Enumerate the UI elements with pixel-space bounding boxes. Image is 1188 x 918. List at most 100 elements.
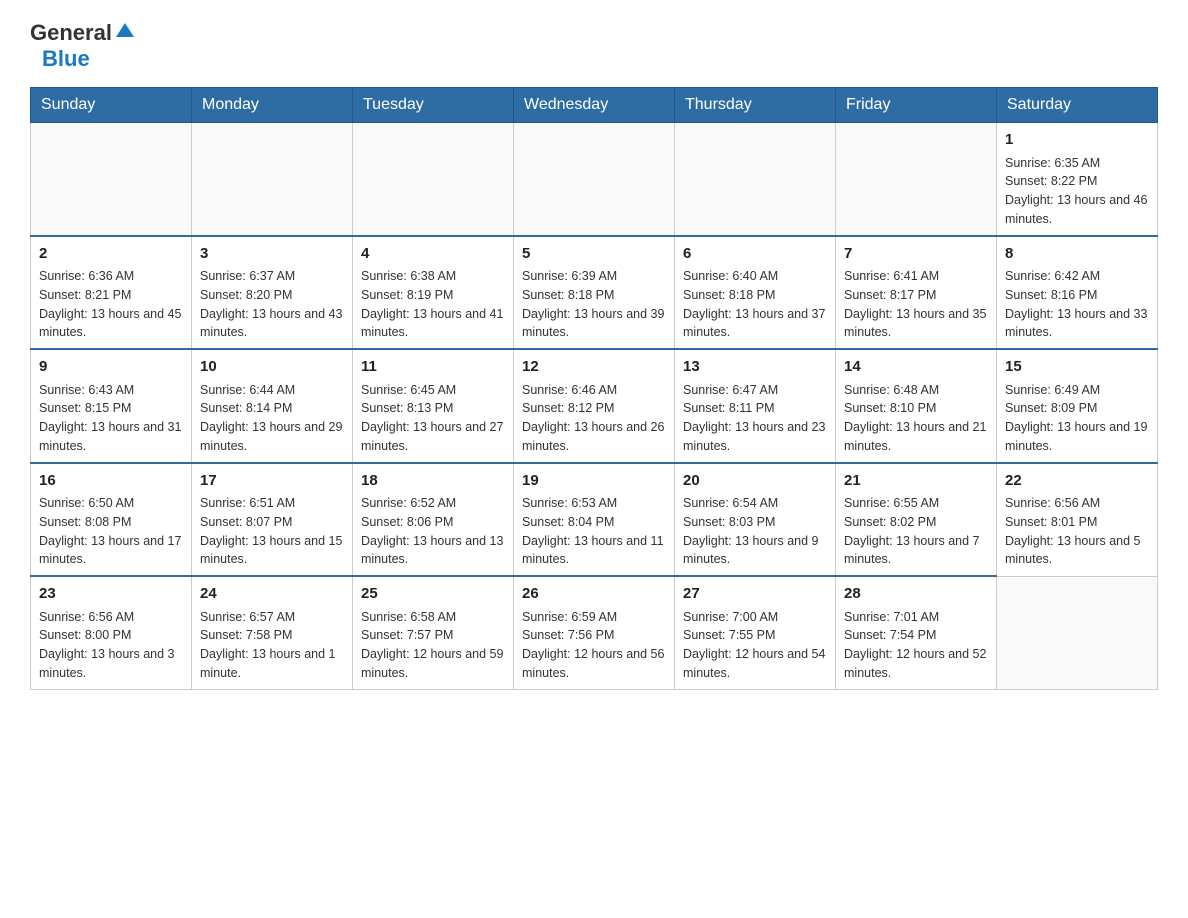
day-number: 26 (522, 583, 666, 606)
calendar-cell: 18Sunrise: 6:52 AM Sunset: 8:06 PM Dayli… (353, 463, 514, 577)
calendar-header-sunday: Sunday (31, 88, 192, 123)
calendar-week-row: 16Sunrise: 6:50 AM Sunset: 8:08 PM Dayli… (31, 463, 1158, 577)
day-number: 14 (844, 356, 988, 379)
calendar-cell: 26Sunrise: 6:59 AM Sunset: 7:56 PM Dayli… (514, 576, 675, 689)
calendar-cell: 8Sunrise: 6:42 AM Sunset: 8:16 PM Daylig… (997, 236, 1158, 350)
calendar-header-wednesday: Wednesday (514, 88, 675, 123)
calendar-cell (353, 123, 514, 236)
calendar-cell: 11Sunrise: 6:45 AM Sunset: 8:13 PM Dayli… (353, 349, 514, 463)
day-info: Sunrise: 6:47 AM Sunset: 8:11 PM Dayligh… (683, 381, 827, 456)
day-info: Sunrise: 6:56 AM Sunset: 8:00 PM Dayligh… (39, 608, 183, 683)
calendar-week-row: 9Sunrise: 6:43 AM Sunset: 8:15 PM Daylig… (31, 349, 1158, 463)
day-info: Sunrise: 6:40 AM Sunset: 8:18 PM Dayligh… (683, 267, 827, 342)
calendar-cell: 4Sunrise: 6:38 AM Sunset: 8:19 PM Daylig… (353, 236, 514, 350)
calendar-table: SundayMondayTuesdayWednesdayThursdayFrid… (30, 87, 1158, 690)
day-number: 25 (361, 583, 505, 606)
logo: General Blue (30, 20, 134, 72)
day-number: 2 (39, 243, 183, 266)
day-number: 3 (200, 243, 344, 266)
day-number: 11 (361, 356, 505, 379)
day-info: Sunrise: 6:42 AM Sunset: 8:16 PM Dayligh… (1005, 267, 1149, 342)
calendar-week-row: 23Sunrise: 6:56 AM Sunset: 8:00 PM Dayli… (31, 576, 1158, 689)
day-number: 12 (522, 356, 666, 379)
calendar-header-monday: Monday (192, 88, 353, 123)
calendar-cell (997, 576, 1158, 689)
day-number: 24 (200, 583, 344, 606)
day-number: 7 (844, 243, 988, 266)
calendar-header-saturday: Saturday (997, 88, 1158, 123)
calendar-cell: 21Sunrise: 6:55 AM Sunset: 8:02 PM Dayli… (836, 463, 997, 577)
day-number: 16 (39, 470, 183, 493)
calendar-cell: 27Sunrise: 7:00 AM Sunset: 7:55 PM Dayli… (675, 576, 836, 689)
day-info: Sunrise: 6:36 AM Sunset: 8:21 PM Dayligh… (39, 267, 183, 342)
calendar-cell: 14Sunrise: 6:48 AM Sunset: 8:10 PM Dayli… (836, 349, 997, 463)
day-number: 4 (361, 243, 505, 266)
day-info: Sunrise: 6:37 AM Sunset: 8:20 PM Dayligh… (200, 267, 344, 342)
day-info: Sunrise: 6:55 AM Sunset: 8:02 PM Dayligh… (844, 494, 988, 569)
day-number: 1 (1005, 129, 1149, 152)
logo-triangle-icon (116, 23, 134, 37)
day-info: Sunrise: 6:41 AM Sunset: 8:17 PM Dayligh… (844, 267, 988, 342)
header: General Blue (30, 20, 1158, 72)
calendar-cell: 12Sunrise: 6:46 AM Sunset: 8:12 PM Dayli… (514, 349, 675, 463)
day-number: 23 (39, 583, 183, 606)
day-number: 6 (683, 243, 827, 266)
calendar-cell: 22Sunrise: 6:56 AM Sunset: 8:01 PM Dayli… (997, 463, 1158, 577)
day-info: Sunrise: 6:45 AM Sunset: 8:13 PM Dayligh… (361, 381, 505, 456)
calendar-cell (836, 123, 997, 236)
calendar-cell: 23Sunrise: 6:56 AM Sunset: 8:00 PM Dayli… (31, 576, 192, 689)
calendar-cell (31, 123, 192, 236)
day-number: 17 (200, 470, 344, 493)
day-info: Sunrise: 6:59 AM Sunset: 7:56 PM Dayligh… (522, 608, 666, 683)
day-number: 28 (844, 583, 988, 606)
day-info: Sunrise: 6:39 AM Sunset: 8:18 PM Dayligh… (522, 267, 666, 342)
calendar-cell: 7Sunrise: 6:41 AM Sunset: 8:17 PM Daylig… (836, 236, 997, 350)
calendar-header-row: SundayMondayTuesdayWednesdayThursdayFrid… (31, 88, 1158, 123)
calendar-cell: 20Sunrise: 6:54 AM Sunset: 8:03 PM Dayli… (675, 463, 836, 577)
calendar-week-row: 2Sunrise: 6:36 AM Sunset: 8:21 PM Daylig… (31, 236, 1158, 350)
calendar-cell: 3Sunrise: 6:37 AM Sunset: 8:20 PM Daylig… (192, 236, 353, 350)
calendar-cell: 10Sunrise: 6:44 AM Sunset: 8:14 PM Dayli… (192, 349, 353, 463)
day-info: Sunrise: 7:00 AM Sunset: 7:55 PM Dayligh… (683, 608, 827, 683)
day-number: 21 (844, 470, 988, 493)
day-info: Sunrise: 7:01 AM Sunset: 7:54 PM Dayligh… (844, 608, 988, 683)
day-info: Sunrise: 6:50 AM Sunset: 8:08 PM Dayligh… (39, 494, 183, 569)
calendar-header-friday: Friday (836, 88, 997, 123)
day-info: Sunrise: 6:56 AM Sunset: 8:01 PM Dayligh… (1005, 494, 1149, 569)
logo-general-text: General (30, 20, 112, 46)
day-info: Sunrise: 6:43 AM Sunset: 8:15 PM Dayligh… (39, 381, 183, 456)
day-number: 5 (522, 243, 666, 266)
calendar-header-thursday: Thursday (675, 88, 836, 123)
day-info: Sunrise: 6:48 AM Sunset: 8:10 PM Dayligh… (844, 381, 988, 456)
day-number: 20 (683, 470, 827, 493)
day-info: Sunrise: 6:38 AM Sunset: 8:19 PM Dayligh… (361, 267, 505, 342)
calendar-cell: 1Sunrise: 6:35 AM Sunset: 8:22 PM Daylig… (997, 123, 1158, 236)
day-info: Sunrise: 6:52 AM Sunset: 8:06 PM Dayligh… (361, 494, 505, 569)
day-info: Sunrise: 6:44 AM Sunset: 8:14 PM Dayligh… (200, 381, 344, 456)
calendar-cell: 2Sunrise: 6:36 AM Sunset: 8:21 PM Daylig… (31, 236, 192, 350)
calendar-cell: 9Sunrise: 6:43 AM Sunset: 8:15 PM Daylig… (31, 349, 192, 463)
day-number: 15 (1005, 356, 1149, 379)
calendar-cell: 19Sunrise: 6:53 AM Sunset: 8:04 PM Dayli… (514, 463, 675, 577)
calendar-cell (675, 123, 836, 236)
calendar-cell: 13Sunrise: 6:47 AM Sunset: 8:11 PM Dayli… (675, 349, 836, 463)
day-info: Sunrise: 6:46 AM Sunset: 8:12 PM Dayligh… (522, 381, 666, 456)
calendar-cell: 28Sunrise: 7:01 AM Sunset: 7:54 PM Dayli… (836, 576, 997, 689)
calendar-cell: 16Sunrise: 6:50 AM Sunset: 8:08 PM Dayli… (31, 463, 192, 577)
day-number: 22 (1005, 470, 1149, 493)
logo-blue-text: Blue (42, 46, 90, 72)
calendar-cell (514, 123, 675, 236)
day-info: Sunrise: 6:54 AM Sunset: 8:03 PM Dayligh… (683, 494, 827, 569)
day-number: 13 (683, 356, 827, 379)
day-info: Sunrise: 6:53 AM Sunset: 8:04 PM Dayligh… (522, 494, 666, 569)
day-number: 18 (361, 470, 505, 493)
day-info: Sunrise: 6:58 AM Sunset: 7:57 PM Dayligh… (361, 608, 505, 683)
day-info: Sunrise: 6:49 AM Sunset: 8:09 PM Dayligh… (1005, 381, 1149, 456)
day-number: 10 (200, 356, 344, 379)
calendar-cell: 24Sunrise: 6:57 AM Sunset: 7:58 PM Dayli… (192, 576, 353, 689)
day-number: 9 (39, 356, 183, 379)
day-info: Sunrise: 6:51 AM Sunset: 8:07 PM Dayligh… (200, 494, 344, 569)
calendar-cell: 15Sunrise: 6:49 AM Sunset: 8:09 PM Dayli… (997, 349, 1158, 463)
calendar-header-tuesday: Tuesday (353, 88, 514, 123)
day-number: 19 (522, 470, 666, 493)
